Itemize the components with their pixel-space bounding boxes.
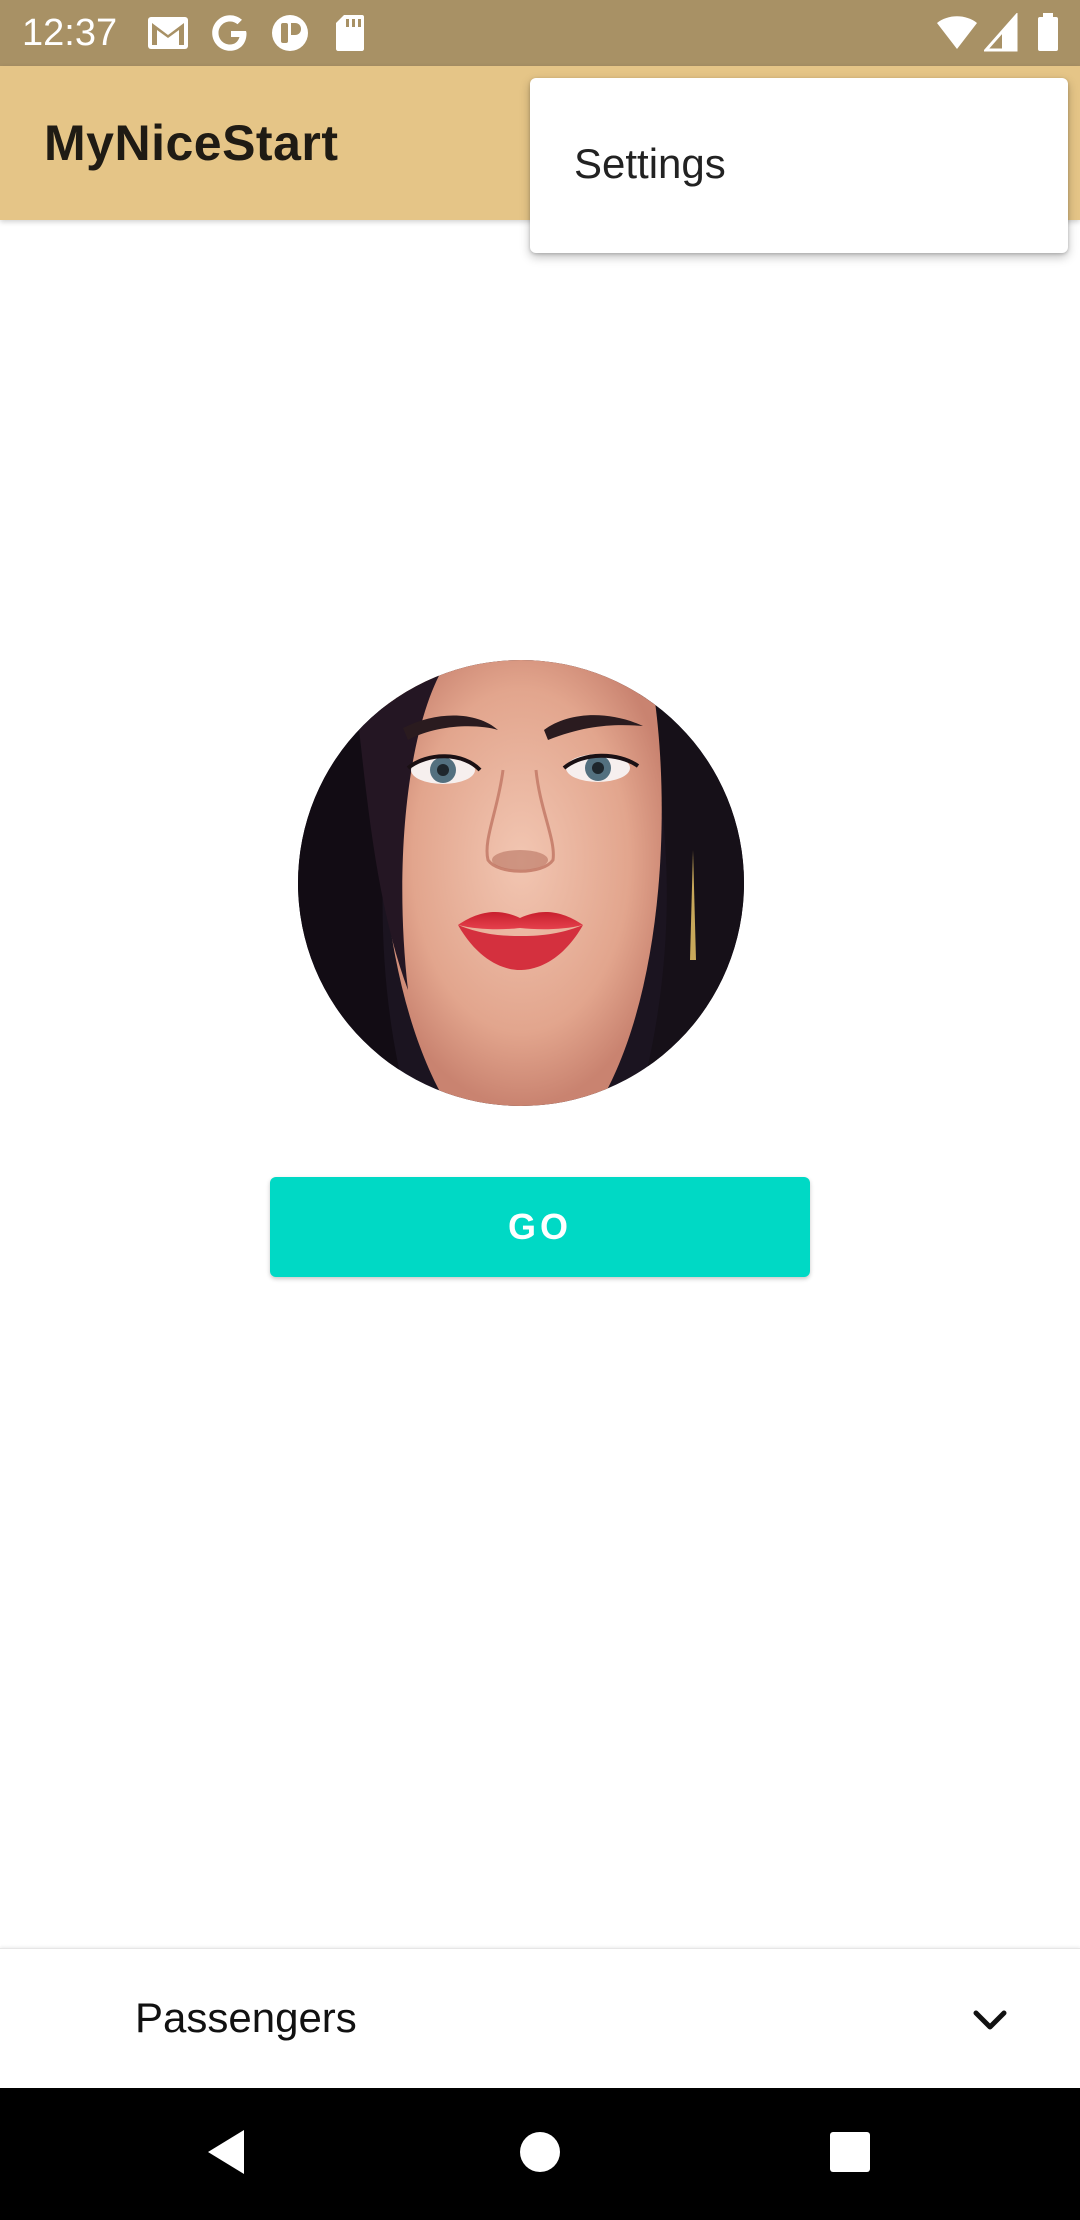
menu-item-label: Settings [574, 140, 726, 187]
sd-card-icon [334, 13, 366, 58]
gmail-icon [146, 13, 190, 58]
back-button[interactable] [146, 2088, 306, 2220]
google-icon [210, 13, 250, 58]
home-icon [518, 2130, 562, 2179]
recents-button[interactable] [770, 2088, 930, 2220]
app-notification-icon [270, 13, 310, 58]
profile-photo [298, 660, 744, 1106]
menu-item-settings[interactable]: Settings [530, 78, 1068, 253]
back-icon [204, 2127, 248, 2182]
app-title: MyNiceStart [44, 115, 339, 171]
battery-icon [1036, 13, 1060, 58]
system-nav-bar [0, 2088, 1080, 2220]
recents-icon [828, 2130, 872, 2179]
status-time: 12:37 [22, 12, 118, 54]
wifi-icon [935, 13, 979, 58]
status-bar: 12:37 [0, 0, 1080, 66]
chevron-down-icon [970, 2001, 1010, 2046]
spinner-selected-value: Passengers [135, 1994, 357, 2041]
cell-signal-icon [982, 12, 1018, 58]
passengers-spinner[interactable]: Passengers [0, 1948, 1080, 2089]
overflow-menu: Settings [530, 78, 1068, 253]
home-button[interactable] [460, 2088, 620, 2220]
go-button[interactable]: GO [270, 1177, 810, 1277]
